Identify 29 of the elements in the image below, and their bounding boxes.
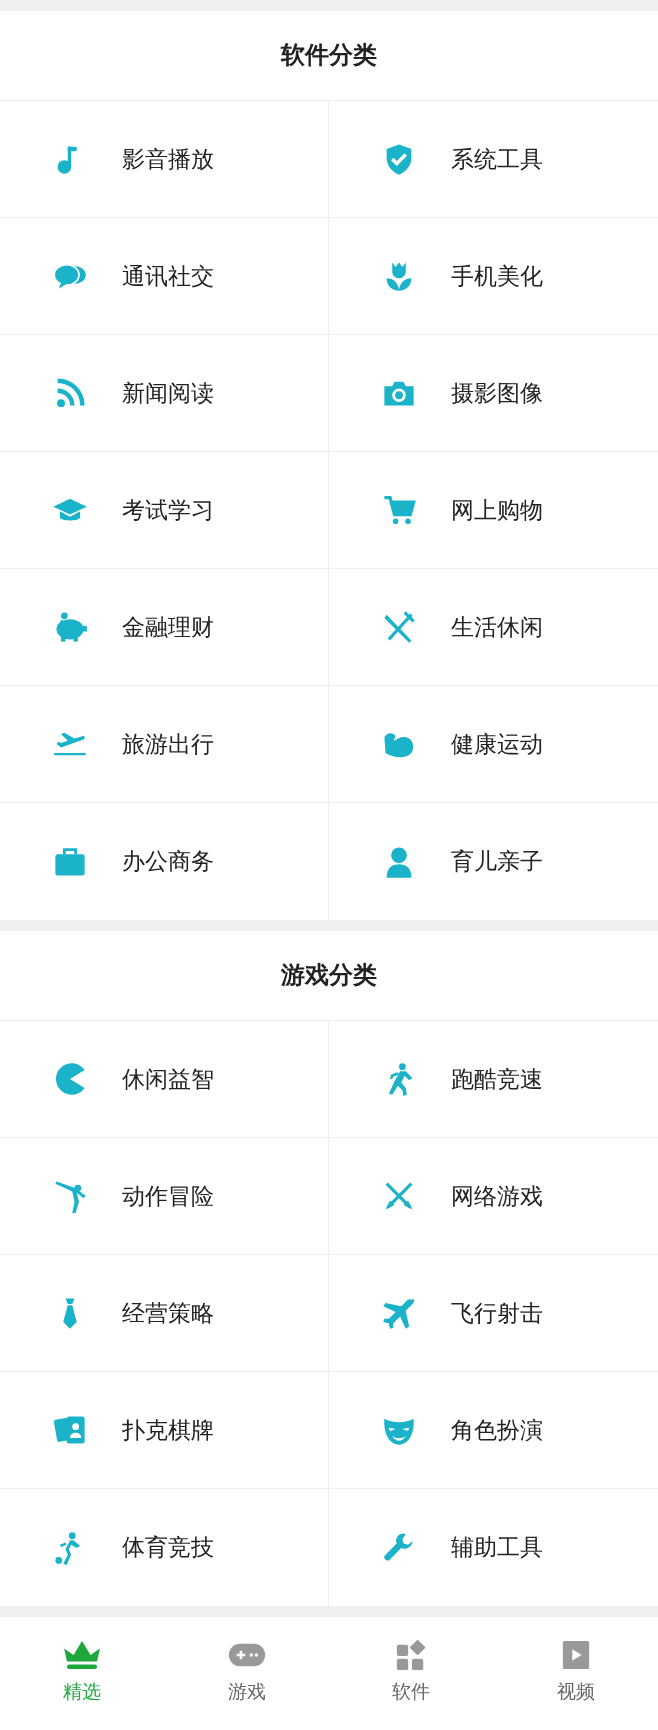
category-item[interactable]: 影音播放	[0, 101, 329, 218]
category-item[interactable]: 扑克棋牌	[0, 1372, 329, 1489]
category-item[interactable]: 网上购物	[329, 452, 658, 569]
category-item[interactable]: 新闻阅读	[0, 335, 329, 452]
crown-icon	[63, 1639, 102, 1671]
category-item[interactable]: 角色扮演	[329, 1372, 658, 1489]
tab[interactable]: 游戏	[164, 1617, 329, 1730]
category-item[interactable]: 网络游戏	[329, 1138, 658, 1255]
category-item[interactable]: 辅助工具	[329, 1489, 658, 1606]
category-item[interactable]: 育儿亲子	[329, 803, 658, 920]
category-item[interactable]: 健康运动	[329, 686, 658, 803]
category-item[interactable]: 摄影图像	[329, 335, 658, 452]
category-item[interactable]: 经营策略	[0, 1255, 329, 1372]
category-item[interactable]: 系统工具	[329, 101, 658, 218]
category-item[interactable]: 考试学习	[0, 452, 329, 569]
category-item[interactable]: 旅游出行	[0, 686, 329, 803]
category-item[interactable]: 跑酷竞速	[329, 1021, 658, 1138]
category-item[interactable]: 动作冒险	[0, 1138, 329, 1255]
kicking-figure-icon	[52, 1178, 88, 1214]
category-item[interactable]: 飞行射击	[329, 1255, 658, 1372]
category-item[interactable]: 通讯社交	[0, 218, 329, 335]
category-item[interactable]: 生活休闲	[329, 569, 658, 686]
category-item[interactable]: 金融理财	[0, 569, 329, 686]
section-title: 游戏分类	[0, 931, 658, 1021]
tab[interactable]: 软件	[329, 1617, 494, 1730]
category-item[interactable]: 手机美化	[329, 218, 658, 335]
tab[interactable]: 视频	[493, 1617, 658, 1730]
section-title: 软件分类	[0, 11, 658, 101]
category-item[interactable]: 休闲益智	[0, 1021, 329, 1138]
